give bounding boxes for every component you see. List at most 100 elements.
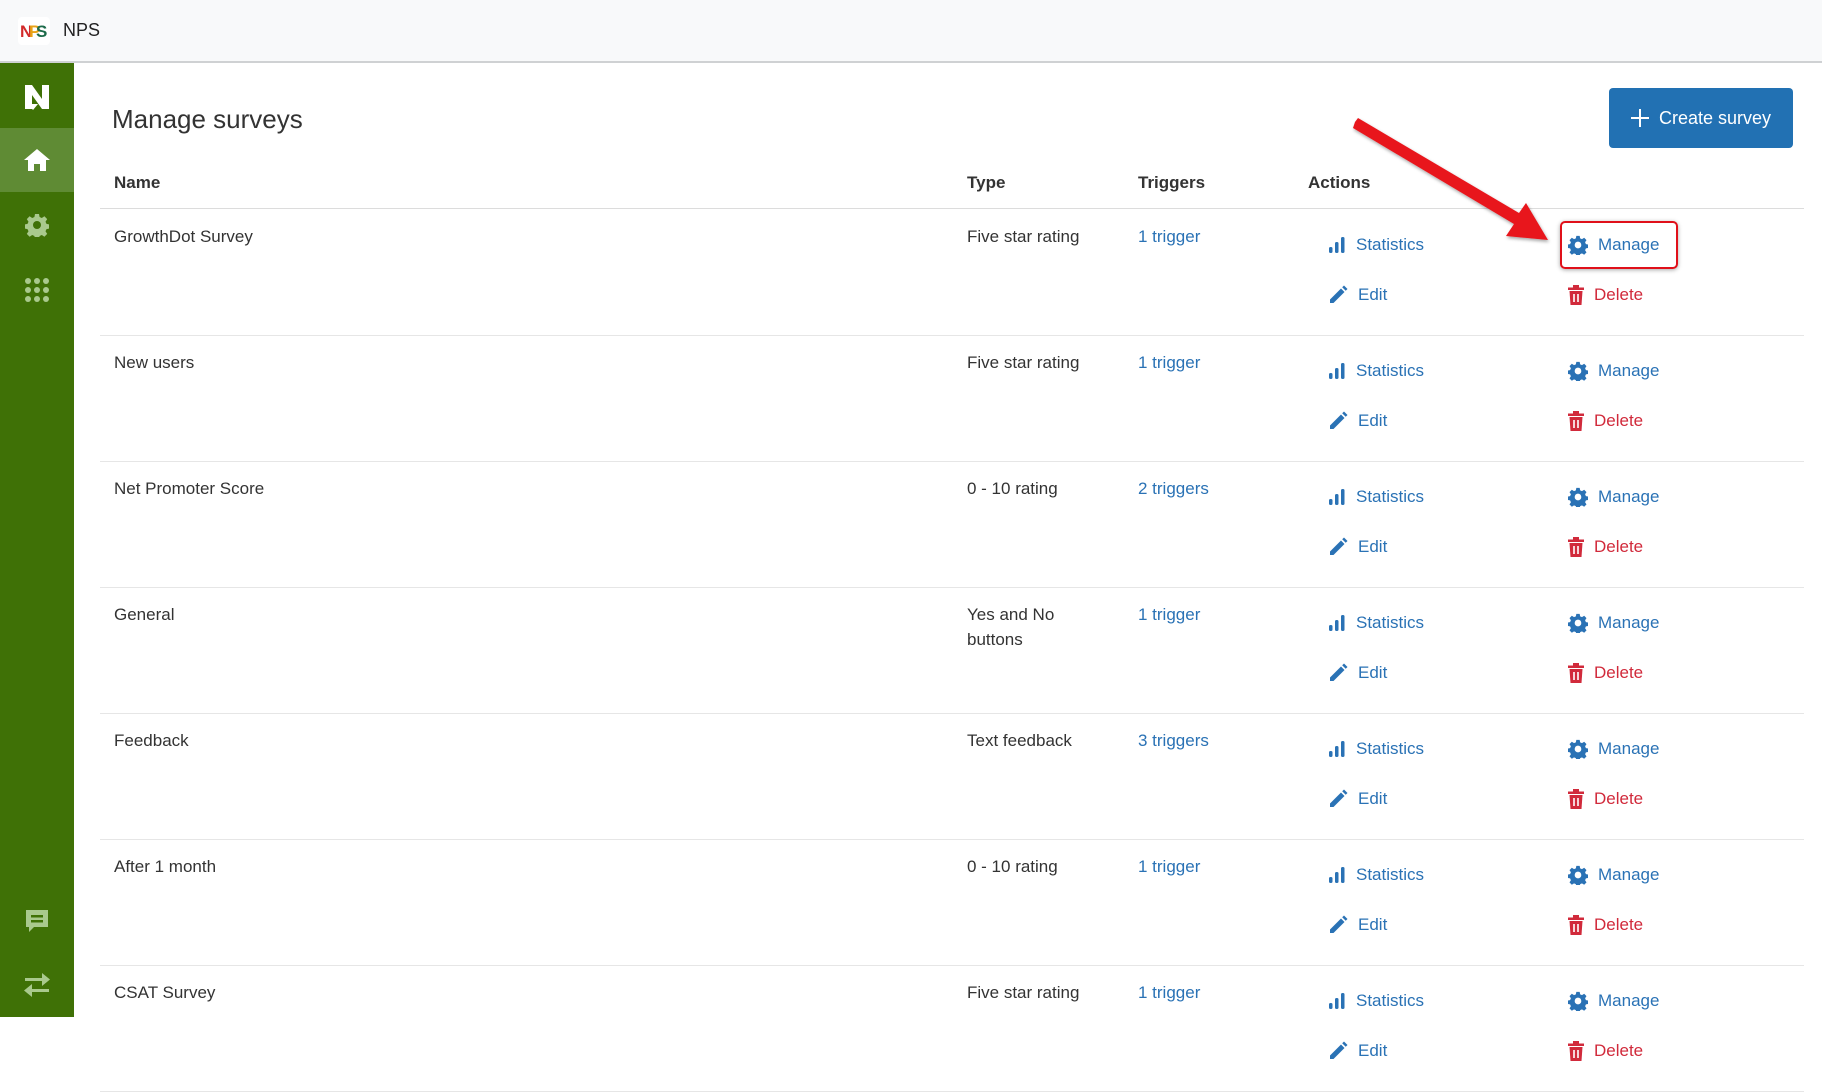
survey-type: Yes and No buttons xyxy=(967,605,1055,649)
survey-type: 0 - 10 rating xyxy=(967,479,1058,498)
bar-chart-icon xyxy=(1329,993,1345,1009)
trash-icon xyxy=(1568,1041,1584,1061)
delete-link[interactable]: Delete xyxy=(1568,915,1643,935)
edit-link[interactable]: Edit xyxy=(1328,537,1387,557)
manage-label: Manage xyxy=(1598,865,1660,884)
pencil-icon xyxy=(1330,285,1348,303)
survey-triggers-link[interactable]: 1 trigger xyxy=(1138,854,1200,879)
survey-triggers-link[interactable]: 2 triggers xyxy=(1138,476,1209,501)
statistics-label: Statistics xyxy=(1356,613,1425,632)
edit-link[interactable]: Edit xyxy=(1328,411,1387,431)
survey-triggers-link[interactable]: 1 trigger xyxy=(1138,224,1200,249)
pencil-icon xyxy=(1330,915,1348,933)
pencil-icon xyxy=(1330,537,1348,555)
svg-text:S: S xyxy=(36,22,47,41)
sidebar-item-home[interactable] xyxy=(0,128,74,192)
trash-icon xyxy=(1568,411,1584,431)
delete-link[interactable]: Delete xyxy=(1568,285,1643,305)
sidebar-item-switch[interactable] xyxy=(0,953,74,1017)
statistics-link[interactable]: Statistics xyxy=(1328,235,1424,255)
gear-icon xyxy=(1568,613,1588,633)
survey-name: Net Promoter Score xyxy=(114,479,265,498)
swap-arrows-icon xyxy=(24,973,50,997)
edit-link[interactable]: Edit xyxy=(1328,915,1387,935)
create-survey-button[interactable]: Create survey xyxy=(1609,88,1793,148)
trash-icon xyxy=(1568,537,1584,557)
pencil-icon xyxy=(1330,663,1348,681)
delete-link[interactable]: Delete xyxy=(1568,537,1643,557)
statistics-link[interactable]: Statistics xyxy=(1328,487,1424,507)
statistics-link[interactable]: Statistics xyxy=(1328,739,1424,759)
bar-chart-icon xyxy=(1329,363,1345,379)
manage-highlight-box xyxy=(1560,221,1678,269)
edit-label: Edit xyxy=(1358,1041,1388,1060)
manage-label: Manage xyxy=(1598,361,1660,380)
sidebar-item-apps[interactable] xyxy=(0,258,74,322)
edit-link[interactable]: Edit xyxy=(1328,285,1387,305)
manage-link[interactable]: Manage xyxy=(1568,361,1659,381)
plus-icon xyxy=(1630,109,1649,127)
app-logo: N P S xyxy=(18,17,50,45)
survey-triggers-link[interactable]: 1 trigger xyxy=(1138,350,1200,375)
statistics-link[interactable]: Statistics xyxy=(1328,865,1424,885)
survey-type: Text feedback xyxy=(967,731,1072,750)
survey-triggers-link[interactable]: 1 trigger xyxy=(1138,602,1200,627)
manage-link[interactable]: Manage xyxy=(1568,865,1659,885)
bar-chart-icon xyxy=(1329,615,1345,631)
statistics-label: Statistics xyxy=(1356,361,1425,380)
column-header-name: Name xyxy=(114,173,161,192)
delete-label: Delete xyxy=(1594,915,1644,934)
table-row: CSAT Survey Five star rating 1 trigger S… xyxy=(100,965,1804,1092)
sidebar xyxy=(0,63,74,1017)
bar-chart-icon xyxy=(1329,741,1345,757)
manage-link[interactable]: Manage xyxy=(1568,991,1659,1011)
bar-chart-icon xyxy=(1329,489,1345,505)
statistics-label: Statistics xyxy=(1356,487,1425,506)
delete-label: Delete xyxy=(1594,285,1644,304)
delete-label: Delete xyxy=(1594,663,1644,682)
edit-label: Edit xyxy=(1358,663,1388,682)
trash-icon xyxy=(1568,285,1584,305)
edit-link[interactable]: Edit xyxy=(1328,789,1387,809)
delete-link[interactable]: Delete xyxy=(1568,411,1643,431)
statistics-link[interactable]: Statistics xyxy=(1328,613,1424,633)
delete-link[interactable]: Delete xyxy=(1568,663,1643,683)
edit-label: Edit xyxy=(1358,537,1388,556)
manage-label: Manage xyxy=(1598,487,1660,506)
survey-name: After 1 month xyxy=(114,857,217,876)
gear-icon xyxy=(1568,991,1588,1011)
edit-label: Edit xyxy=(1358,285,1388,304)
home-icon xyxy=(24,149,50,171)
app-name: NPS xyxy=(63,20,101,40)
delete-link[interactable]: Delete xyxy=(1568,789,1643,809)
survey-triggers-link[interactable]: 3 triggers xyxy=(1138,728,1209,753)
survey-type: Five star rating xyxy=(967,983,1080,1002)
statistics-link[interactable]: Statistics xyxy=(1328,361,1424,381)
survey-name: GrowthDot Survey xyxy=(114,227,253,246)
survey-name: CSAT Survey xyxy=(114,983,216,1002)
statistics-label: Statistics xyxy=(1356,235,1425,254)
manage-link[interactable]: Manage xyxy=(1568,487,1659,507)
statistics-link[interactable]: Statistics xyxy=(1328,991,1424,1011)
edit-label: Edit xyxy=(1358,915,1388,934)
create-survey-label: Create survey xyxy=(1658,107,1772,128)
gear-icon xyxy=(1568,361,1588,381)
delete-label: Delete xyxy=(1594,1041,1644,1060)
survey-triggers-link[interactable]: 1 trigger xyxy=(1138,980,1200,1005)
sidebar-item-feedback[interactable] xyxy=(0,889,74,953)
chat-icon xyxy=(26,910,48,932)
manage-link[interactable]: Manage xyxy=(1568,613,1659,633)
manage-link[interactable]: Manage xyxy=(1568,739,1659,759)
edit-link[interactable]: Edit xyxy=(1328,1041,1387,1061)
trash-icon xyxy=(1568,663,1584,683)
survey-name: New users xyxy=(114,353,195,372)
sidebar-item-settings[interactable] xyxy=(0,193,74,257)
survey-name: General xyxy=(114,605,175,624)
edit-label: Edit xyxy=(1358,411,1388,430)
trash-icon xyxy=(1568,789,1584,809)
gear-icon xyxy=(1568,865,1588,885)
edit-link[interactable]: Edit xyxy=(1328,663,1387,683)
column-header-actions: Actions xyxy=(1308,173,1371,192)
sidebar-brand[interactable] xyxy=(0,65,74,129)
delete-link[interactable]: Delete xyxy=(1568,1041,1643,1061)
